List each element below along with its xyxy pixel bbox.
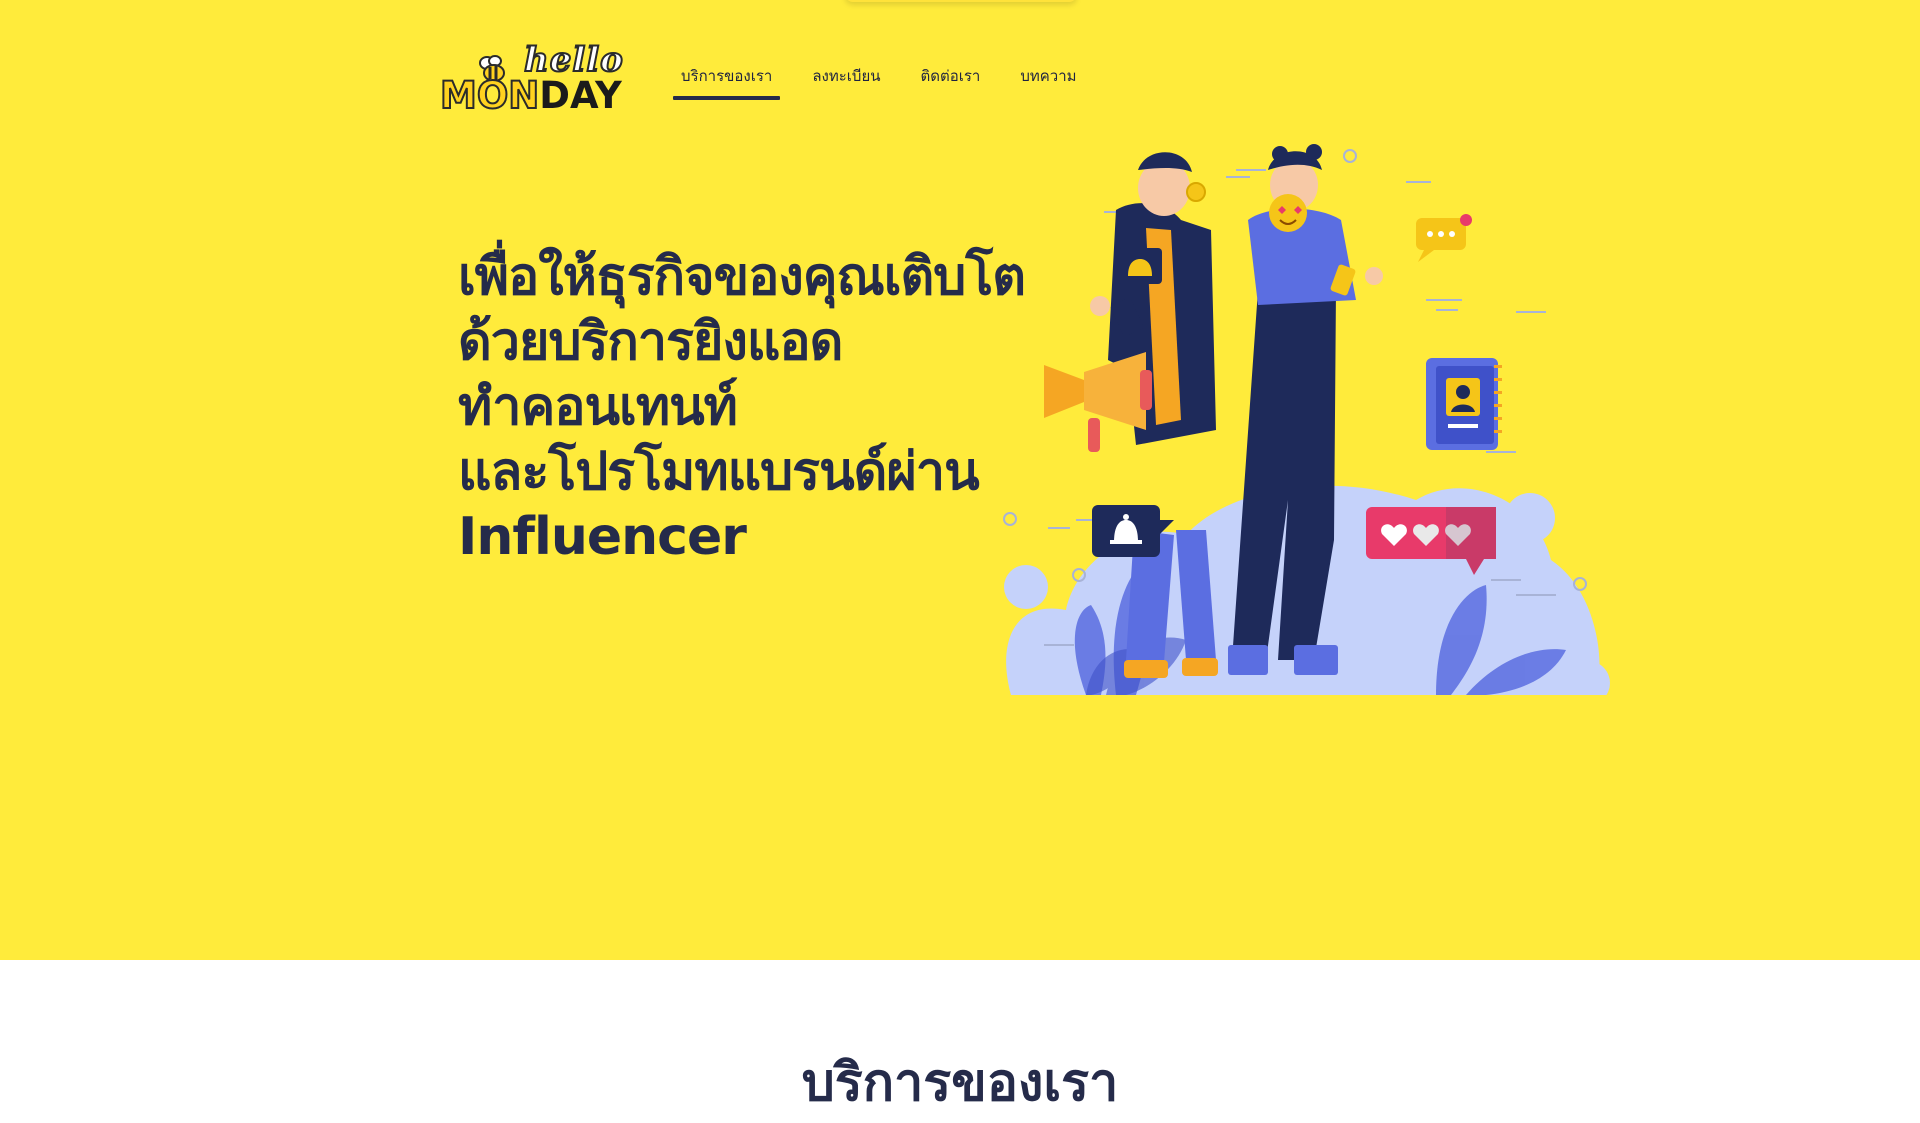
nav-item-register[interactable]: ลงทะเบียน	[804, 58, 888, 94]
emoji-icon	[1269, 194, 1307, 232]
main-nav: บริการของเรา ลงทะเบียน ติดต่อเรา บทความ	[673, 58, 1109, 100]
chat-icon	[1416, 214, 1472, 262]
nav-item-label: ลงทะเบียน	[812, 68, 881, 85]
hero-section: hello MONDAY บริการของเรา ลงทะเบียน ติดต…	[0, 0, 1920, 960]
nav-item-articles[interactable]: บทความ	[1012, 58, 1084, 94]
nav-item-label: บริการของเรา	[681, 68, 773, 85]
nav-item-services[interactable]: บริการของเรา	[673, 58, 781, 100]
hero-illustration	[1003, 144, 1610, 695]
contact-book-icon	[1426, 358, 1502, 450]
bell-icon	[1118, 248, 1162, 284]
nav-item-contact[interactable]: ติดต่อเรา	[913, 58, 989, 94]
nav-item-label: บทความ	[1020, 68, 1077, 85]
logo-wordmark: MONDAY	[439, 73, 622, 118]
logo-day-text: DAY	[539, 74, 622, 117]
top-scroll-tab[interactable]	[845, 0, 1077, 2]
logo-mon-text: MON	[439, 73, 540, 118]
services-section-title: บริการของเรา	[801, 1053, 1119, 1113]
nav-item-label: ติดต่อเรา	[920, 68, 981, 85]
logo[interactable]: hello MONDAY	[439, 39, 630, 122]
